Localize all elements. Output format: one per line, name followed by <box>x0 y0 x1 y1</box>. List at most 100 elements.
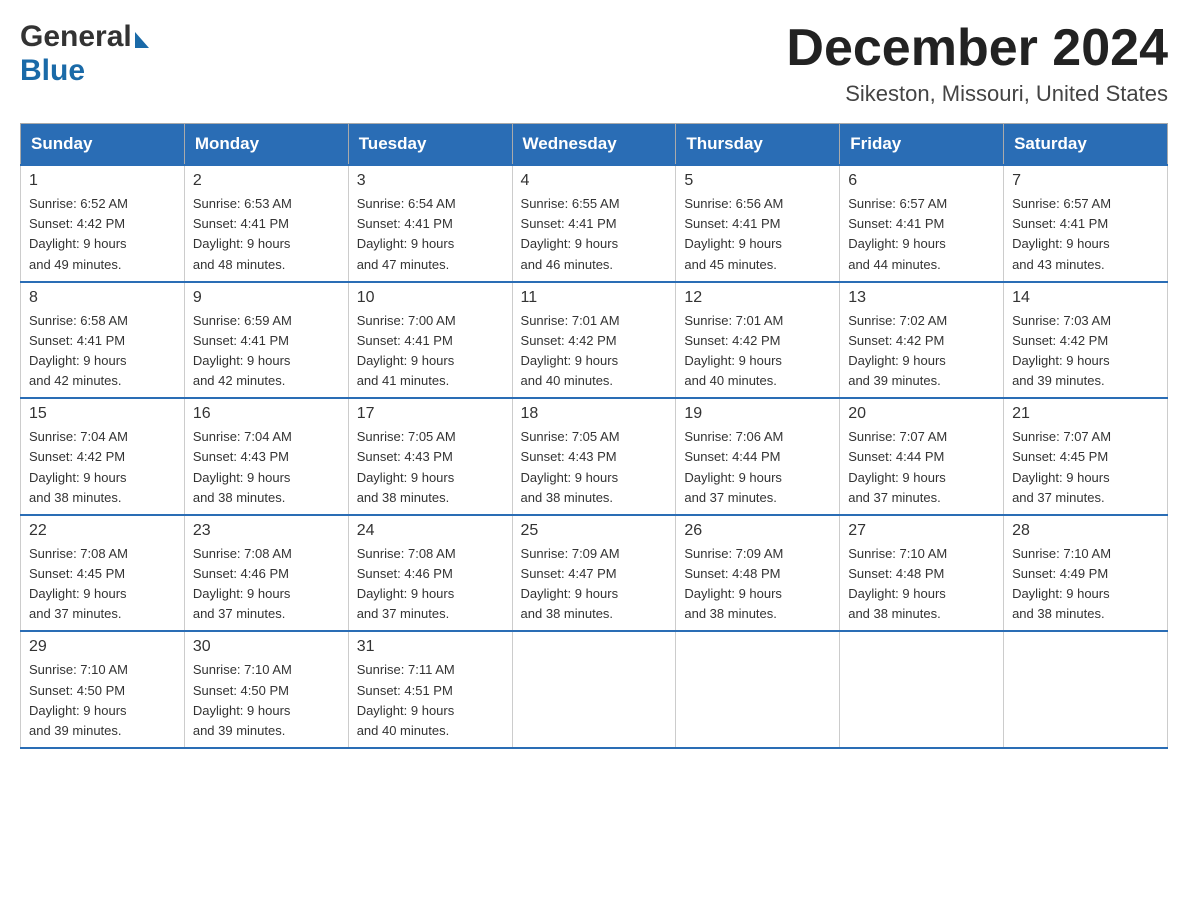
title-area: December 2024 Sikeston, Missouri, United… <box>786 20 1168 107</box>
day-number: 1 <box>29 172 176 190</box>
daylight-text2: and 39 minutes. <box>1012 373 1105 388</box>
calendar: SundayMondayTuesdayWednesdayThursdayFrid… <box>20 123 1168 749</box>
sunrise-text: Sunrise: 7:11 AM <box>357 662 455 677</box>
day-cell: 7 Sunrise: 6:57 AM Sunset: 4:41 PM Dayli… <box>1004 165 1168 282</box>
daylight-text2: and 46 minutes. <box>521 257 614 272</box>
sunrise-text: Sunrise: 6:55 AM <box>521 196 620 211</box>
daylight-text2: and 37 minutes. <box>848 490 941 505</box>
logo-blue: Blue <box>20 54 85 87</box>
day-number: 28 <box>1012 522 1159 540</box>
daylight-text2: and 43 minutes. <box>1012 257 1105 272</box>
sunrise-text: Sunrise: 7:09 AM <box>521 546 620 561</box>
day-info: Sunrise: 7:10 AM Sunset: 4:49 PM Dayligh… <box>1012 544 1159 625</box>
sunrise-text: Sunrise: 7:08 AM <box>357 546 456 561</box>
sunrise-text: Sunrise: 7:03 AM <box>1012 313 1111 328</box>
daylight-text: Daylight: 9 hours <box>1012 353 1110 368</box>
day-info: Sunrise: 7:08 AM Sunset: 4:46 PM Dayligh… <box>193 544 340 625</box>
sunset-text: Sunset: 4:41 PM <box>357 333 453 348</box>
day-number: 5 <box>684 172 831 190</box>
day-cell: 6 Sunrise: 6:57 AM Sunset: 4:41 PM Dayli… <box>840 165 1004 282</box>
sunrise-text: Sunrise: 7:04 AM <box>29 429 128 444</box>
sunset-text: Sunset: 4:41 PM <box>1012 216 1108 231</box>
page-header: General Blue December 2024 Sikeston, Mis… <box>20 20 1168 107</box>
day-cell <box>840 631 1004 748</box>
daylight-text: Daylight: 9 hours <box>684 353 782 368</box>
sunset-text: Sunset: 4:51 PM <box>357 683 453 698</box>
daylight-text: Daylight: 9 hours <box>29 236 127 251</box>
sunrise-text: Sunrise: 7:02 AM <box>848 313 947 328</box>
daylight-text: Daylight: 9 hours <box>848 353 946 368</box>
sunrise-text: Sunrise: 7:10 AM <box>848 546 947 561</box>
daylight-text: Daylight: 9 hours <box>1012 236 1110 251</box>
daylight-text: Daylight: 9 hours <box>848 470 946 485</box>
sunset-text: Sunset: 4:45 PM <box>29 566 125 581</box>
day-info: Sunrise: 6:55 AM Sunset: 4:41 PM Dayligh… <box>521 194 668 275</box>
daylight-text: Daylight: 9 hours <box>29 353 127 368</box>
day-number: 10 <box>357 289 504 307</box>
day-info: Sunrise: 7:05 AM Sunset: 4:43 PM Dayligh… <box>357 427 504 508</box>
sunset-text: Sunset: 4:41 PM <box>29 333 125 348</box>
sunset-text: Sunset: 4:43 PM <box>521 449 617 464</box>
week-row-3: 15 Sunrise: 7:04 AM Sunset: 4:42 PM Dayl… <box>21 398 1168 515</box>
day-info: Sunrise: 6:58 AM Sunset: 4:41 PM Dayligh… <box>29 311 176 392</box>
daylight-text2: and 39 minutes. <box>29 723 122 738</box>
day-cell: 24 Sunrise: 7:08 AM Sunset: 4:46 PM Dayl… <box>348 515 512 632</box>
day-info: Sunrise: 7:01 AM Sunset: 4:42 PM Dayligh… <box>521 311 668 392</box>
day-cell: 15 Sunrise: 7:04 AM Sunset: 4:42 PM Dayl… <box>21 398 185 515</box>
daylight-text2: and 38 minutes. <box>684 606 777 621</box>
day-cell: 14 Sunrise: 7:03 AM Sunset: 4:42 PM Dayl… <box>1004 282 1168 399</box>
sunrise-text: Sunrise: 7:01 AM <box>521 313 620 328</box>
daylight-text2: and 37 minutes. <box>357 606 450 621</box>
sunset-text: Sunset: 4:41 PM <box>193 216 289 231</box>
daylight-text: Daylight: 9 hours <box>193 470 291 485</box>
daylight-text2: and 47 minutes. <box>357 257 450 272</box>
daylight-text2: and 38 minutes. <box>521 490 614 505</box>
day-number: 3 <box>357 172 504 190</box>
week-row-1: 1 Sunrise: 6:52 AM Sunset: 4:42 PM Dayli… <box>21 165 1168 282</box>
daylight-text: Daylight: 9 hours <box>357 470 455 485</box>
day-cell: 29 Sunrise: 7:10 AM Sunset: 4:50 PM Dayl… <box>21 631 185 748</box>
sunset-text: Sunset: 4:46 PM <box>357 566 453 581</box>
sunrise-text: Sunrise: 6:52 AM <box>29 196 128 211</box>
day-number: 11 <box>521 289 668 307</box>
day-number: 21 <box>1012 405 1159 423</box>
daylight-text: Daylight: 9 hours <box>357 586 455 601</box>
day-info: Sunrise: 7:03 AM Sunset: 4:42 PM Dayligh… <box>1012 311 1159 392</box>
day-number: 31 <box>357 638 504 656</box>
daylight-text2: and 40 minutes. <box>357 723 450 738</box>
sunset-text: Sunset: 4:46 PM <box>193 566 289 581</box>
logo-general: General <box>20 20 132 54</box>
daylight-text2: and 44 minutes. <box>848 257 941 272</box>
sunrise-text: Sunrise: 6:54 AM <box>357 196 456 211</box>
daylight-text2: and 48 minutes. <box>193 257 286 272</box>
sunset-text: Sunset: 4:49 PM <box>1012 566 1108 581</box>
day-number: 15 <box>29 405 176 423</box>
daylight-text: Daylight: 9 hours <box>1012 470 1110 485</box>
day-info: Sunrise: 7:04 AM Sunset: 4:42 PM Dayligh… <box>29 427 176 508</box>
sunrise-text: Sunrise: 7:05 AM <box>357 429 456 444</box>
week-row-2: 8 Sunrise: 6:58 AM Sunset: 4:41 PM Dayli… <box>21 282 1168 399</box>
day-header-wednesday: Wednesday <box>512 124 676 166</box>
sunset-text: Sunset: 4:48 PM <box>684 566 780 581</box>
day-cell: 9 Sunrise: 6:59 AM Sunset: 4:41 PM Dayli… <box>184 282 348 399</box>
day-number: 9 <box>193 289 340 307</box>
day-number: 19 <box>684 405 831 423</box>
daylight-text2: and 42 minutes. <box>193 373 286 388</box>
daylight-text2: and 38 minutes. <box>193 490 286 505</box>
day-cell: 2 Sunrise: 6:53 AM Sunset: 4:41 PM Dayli… <box>184 165 348 282</box>
daylight-text2: and 49 minutes. <box>29 257 122 272</box>
daylight-text: Daylight: 9 hours <box>193 703 291 718</box>
sunrise-text: Sunrise: 7:07 AM <box>1012 429 1111 444</box>
daylight-text: Daylight: 9 hours <box>193 353 291 368</box>
sunrise-text: Sunrise: 6:59 AM <box>193 313 292 328</box>
daylight-text2: and 45 minutes. <box>684 257 777 272</box>
daylight-text2: and 37 minutes. <box>684 490 777 505</box>
day-info: Sunrise: 7:10 AM Sunset: 4:50 PM Dayligh… <box>29 660 176 741</box>
day-cell: 16 Sunrise: 7:04 AM Sunset: 4:43 PM Dayl… <box>184 398 348 515</box>
day-info: Sunrise: 7:04 AM Sunset: 4:43 PM Dayligh… <box>193 427 340 508</box>
daylight-text: Daylight: 9 hours <box>684 586 782 601</box>
daylight-text: Daylight: 9 hours <box>357 703 455 718</box>
sunrise-text: Sunrise: 7:08 AM <box>193 546 292 561</box>
day-number: 29 <box>29 638 176 656</box>
sunrise-text: Sunrise: 6:57 AM <box>1012 196 1111 211</box>
